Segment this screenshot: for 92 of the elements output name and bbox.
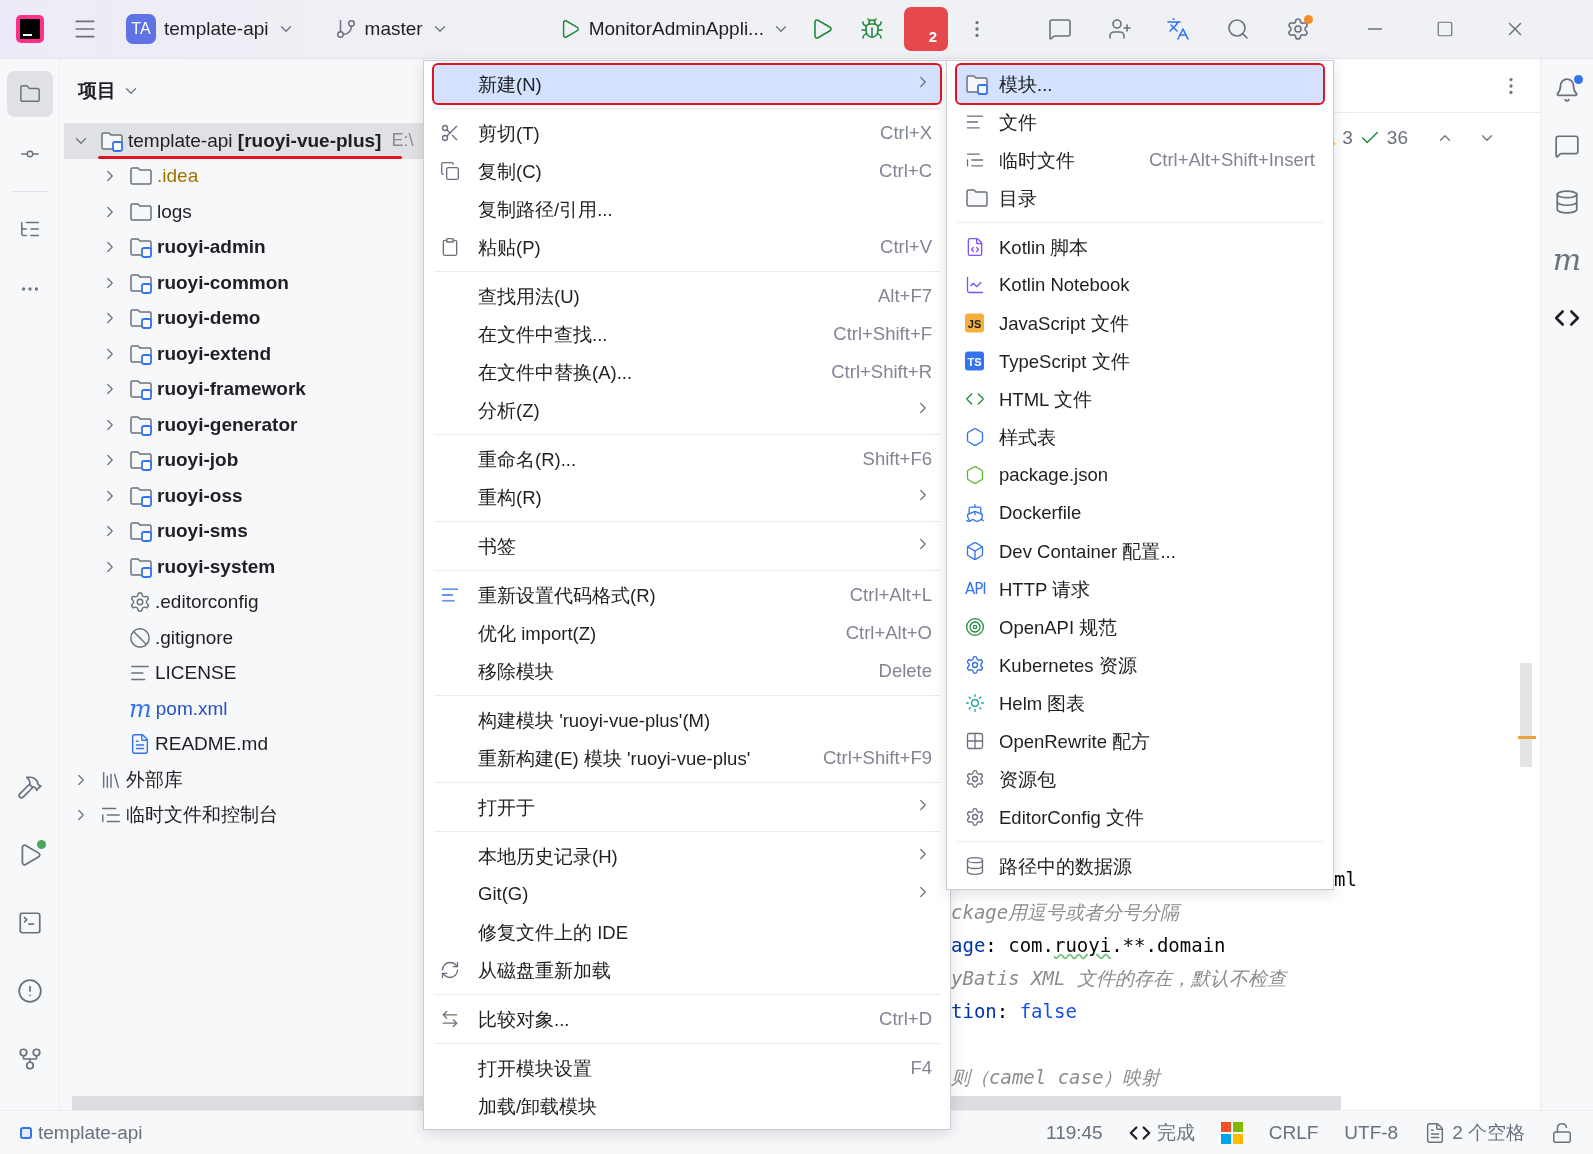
tree-item[interactable]: m pom.xml: [64, 691, 424, 727]
menu-item[interactable]: 资源包: [957, 760, 1323, 798]
maven-icon[interactable]: m: [1552, 245, 1582, 275]
menu-item[interactable]: 移除模块 Delete: [434, 652, 940, 690]
maven-icon: m: [129, 696, 152, 721]
tree-item[interactable]: ruoyi-common: [64, 265, 424, 301]
menu-item[interactable]: 优化 import(Z) Ctrl+Alt+O: [434, 614, 940, 652]
project-name[interactable]: template-api: [164, 18, 269, 40]
menu-item[interactable]: OpenRewrite 配方: [957, 722, 1323, 760]
menu-item[interactable]: Dev Container 配置...: [957, 532, 1323, 570]
tree-item[interactable]: .editorconfig: [64, 584, 424, 620]
code-line: 则（camel case）映射: [951, 1065, 1161, 1090]
menu-item[interactable]: Kubernetes 资源: [957, 646, 1323, 684]
warning-count[interactable]: 3: [1342, 127, 1353, 149]
code-line: yBatis XML 文件的存在，默认不检查: [951, 966, 1286, 991]
menu-item[interactable]: 文件: [957, 103, 1323, 141]
menu-item[interactable]: 打开模块设置 F4: [434, 1049, 940, 1087]
menu-item[interactable]: 剪切(T) Ctrl+X: [434, 114, 940, 152]
menu-item[interactable]: 比较对象... Ctrl+D: [434, 1000, 940, 1038]
menu-item[interactable]: 分析(Z): [434, 391, 940, 429]
menu-item[interactable]: 修复文件上的 IDE: [434, 913, 940, 951]
menu-item[interactable]: JS JavaScript 文件: [957, 304, 1323, 342]
menu-item[interactable]: 查找用法(U) Alt+F7: [434, 277, 940, 315]
file-type-badge: JS: [965, 313, 984, 333]
profiler-button[interactable]: 2: [903, 7, 948, 51]
menu-item[interactable]: HTML 文件: [957, 380, 1323, 418]
tree-item[interactable]: .gitignore: [64, 620, 424, 656]
tree-item[interactable]: .idea: [64, 158, 424, 194]
tree-item[interactable]: template-api [ruoyi-vue-plus] E:\: [64, 123, 424, 159]
tree-item[interactable]: logs: [64, 194, 424, 230]
menu-item[interactable]: 临时文件 Ctrl+Alt+Shift+Insert: [957, 141, 1323, 179]
code-line: ml: [1334, 867, 1357, 892]
tree-item[interactable]: ruoyi-sms: [64, 513, 424, 549]
menu-item[interactable]: 重构(R): [434, 478, 940, 516]
menu-item[interactable]: package.json: [957, 456, 1323, 494]
line-separator[interactable]: CRLF: [1268, 1121, 1319, 1144]
tree-item[interactable]: ruoyi-oss: [64, 478, 424, 514]
passed-count[interactable]: 36: [1386, 127, 1408, 149]
encoding[interactable]: UTF-8: [1344, 1121, 1399, 1144]
menu-item[interactable]: Git(G): [434, 875, 940, 913]
tree-item[interactable]: ruoyi-system: [64, 549, 424, 585]
tree-item[interactable]: ruoyi-generator: [64, 407, 424, 443]
menu-item[interactable]: 路径中的数据源: [957, 847, 1323, 885]
tree-item[interactable]: 临时文件和控制台: [64, 797, 424, 833]
tree-item[interactable]: ruoyi-extend: [64, 336, 424, 372]
menu-item[interactable]: 重命名(R)... Shift+F6: [434, 440, 940, 478]
menu-item[interactable]: 样式表: [957, 418, 1323, 456]
indent-setting[interactable]: 2 个空格: [1424, 1119, 1525, 1146]
menu-item[interactable]: 复制路径/引用...: [434, 190, 940, 228]
menu-item[interactable]: 从磁盘重新加载: [434, 951, 940, 989]
project-badge: TA: [126, 14, 156, 44]
tree-item[interactable]: ruoyi-demo: [64, 300, 424, 336]
menu-item[interactable]: Dockerfile: [957, 494, 1323, 532]
tree-item[interactable]: README.md: [64, 726, 424, 762]
menu-item[interactable]: 在文件中替换(A)... Ctrl+Shift+R: [434, 353, 940, 391]
menu-item[interactable]: 重新构建(E) 模块 'ruoyi-vue-plus' Ctrl+Shift+F9: [434, 739, 940, 777]
code-line: ckage用逗号或者分号分隔: [951, 900, 1180, 925]
tree-item[interactable]: 外部库: [64, 762, 424, 798]
menu-item[interactable]: 书签: [434, 527, 940, 565]
code-line: age: com.ruoyi.**.domain: [951, 933, 1226, 958]
branch-name[interactable]: master: [364, 18, 423, 40]
menu-item[interactable]: API HTTP 请求: [957, 570, 1323, 608]
tree-item[interactable]: ruoyi-admin: [64, 229, 424, 265]
menu-item[interactable]: 目录: [957, 179, 1323, 217]
menu-item[interactable]: 构建模块 'ruoyi-vue-plus'(M): [434, 701, 940, 739]
menu-item[interactable]: Helm 图表: [957, 684, 1323, 722]
menu-item[interactable]: Kotlin Notebook: [957, 266, 1323, 304]
menu-item[interactable]: 模块...: [957, 65, 1323, 103]
code-line: tion: false: [951, 999, 1077, 1024]
ai-status[interactable]: 完成: [1128, 1119, 1195, 1146]
tree-item[interactable]: ruoyi-job: [64, 442, 424, 478]
menu-item[interactable]: OpenAPI 规范: [957, 608, 1323, 646]
menu-item[interactable]: 在文件中查找... Ctrl+Shift+F: [434, 315, 940, 353]
menu-item[interactable]: 打开于: [434, 788, 940, 826]
api-label: API: [965, 580, 986, 598]
menu-item[interactable]: 粘贴(P) Ctrl+V: [434, 228, 940, 266]
menu-item[interactable]: EditorConfig 文件: [957, 798, 1323, 836]
path-text: E:\: [391, 130, 414, 152]
menu-item[interactable]: Kotlin 脚本: [957, 228, 1323, 266]
cursor-position[interactable]: 119:45: [1046, 1121, 1103, 1144]
file-type-badge: TS: [965, 351, 984, 371]
menu-item[interactable]: 新建(N): [434, 65, 940, 103]
menu-item[interactable]: TS TypeScript 文件: [957, 342, 1323, 380]
tree-item[interactable]: LICENSE: [64, 655, 424, 691]
project-breadcrumb[interactable]: template-api: [20, 1121, 143, 1144]
tree-item[interactable]: ruoyi-framework: [64, 371, 424, 407]
menu-item[interactable]: 重新设置代码格式(R) Ctrl+Alt+L: [434, 576, 940, 614]
menu-item[interactable]: 复制(C) Ctrl+C: [434, 152, 940, 190]
menu-item[interactable]: 本地历史记录(H): [434, 837, 940, 875]
menu-item[interactable]: 加载/卸载模块: [434, 1087, 940, 1125]
run-configuration[interactable]: MonitorAdminAppli...: [588, 18, 764, 40]
panel-title[interactable]: 项目: [78, 78, 116, 104]
